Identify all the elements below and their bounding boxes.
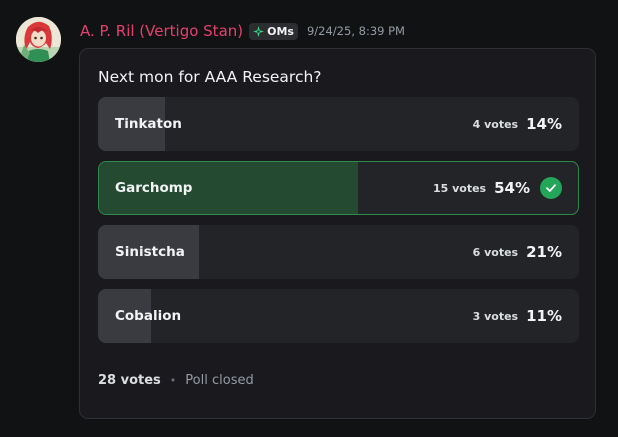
total-votes[interactable]: 28 votes xyxy=(98,373,161,388)
answer-results: 4 votes 14% xyxy=(473,97,562,151)
poll-card: Next mon for AAA Research? Tinkaton 4 vo… xyxy=(79,48,596,419)
poll-status: Poll closed xyxy=(185,373,254,388)
username[interactable]: A. P. Ril (Vertigo Stan) xyxy=(80,22,243,40)
answer-label: Tinkaton xyxy=(115,116,182,132)
vote-count: 3 votes xyxy=(472,309,519,323)
sparkle-diamond-icon xyxy=(253,25,265,37)
poll-answer-cobalion[interactable]: Cobalion 3 votes 11% xyxy=(98,289,579,343)
separator-dot: • xyxy=(169,374,177,387)
vote-count: 4 votes xyxy=(472,117,519,131)
answer-results: 15 votes 54% xyxy=(433,162,562,214)
vote-count: 15 votes xyxy=(432,181,487,195)
poll-answer-tinkaton[interactable]: Tinkaton 4 votes 14% xyxy=(98,97,579,151)
vote-count: 6 votes xyxy=(472,245,519,259)
user-tag[interactable]: OMs xyxy=(249,22,298,40)
checkmark-icon xyxy=(540,177,562,199)
poll-answer-sinistcha[interactable]: Sinistcha 6 votes 21% xyxy=(98,225,579,279)
user-avatar[interactable] xyxy=(16,17,61,62)
answer-results: 6 votes 21% xyxy=(473,225,562,279)
avatar-image xyxy=(16,17,61,62)
chat-message: A. P. Ril (Vertigo Stan) OMs 9/24/25, 8:… xyxy=(0,0,618,437)
vote-percent: 11% xyxy=(526,307,562,325)
answer-label: Sinistcha xyxy=(115,244,185,260)
tag-label: OMs xyxy=(267,24,294,38)
vote-percent: 14% xyxy=(526,115,562,133)
answer-results: 3 votes 11% xyxy=(473,289,562,343)
vote-percent: 54% xyxy=(494,179,530,197)
poll-footer: 28 votes • Poll closed xyxy=(98,373,254,388)
poll-question: Next mon for AAA Research? xyxy=(98,68,322,86)
vote-percent: 21% xyxy=(526,243,562,261)
answer-label: Garchomp xyxy=(115,180,193,196)
message-timestamp[interactable]: 9/24/25, 8:39 PM xyxy=(307,24,405,38)
answer-label: Cobalion xyxy=(115,308,182,324)
poll-answer-garchomp[interactable]: Garchomp 15 votes 54% xyxy=(98,161,579,215)
message-header: A. P. Ril (Vertigo Stan) OMs 9/24/25, 8:… xyxy=(80,20,405,42)
